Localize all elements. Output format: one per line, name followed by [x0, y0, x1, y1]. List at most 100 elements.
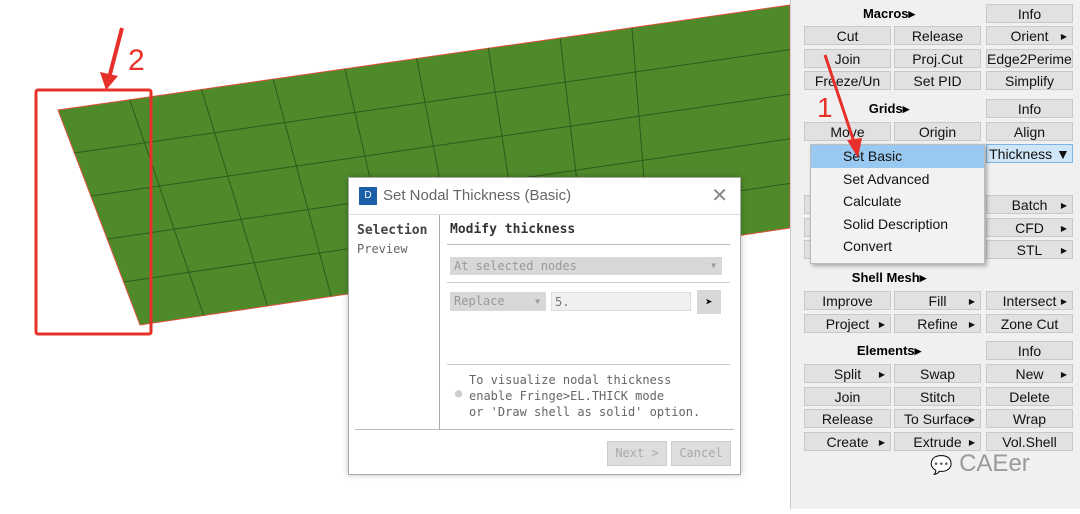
info-button[interactable]: Info — [986, 341, 1073, 360]
submenu-arrow-icon: ▶ — [968, 297, 975, 306]
dialog-title: Set Nodal Thickness (Basic) — [383, 187, 572, 204]
new-button[interactable]: New ▶ — [986, 364, 1073, 383]
next-button[interactable]: Next > — [607, 441, 667, 466]
cfd-button[interactable]: CFD ▶ — [986, 217, 1073, 237]
elements-header[interactable]: Elements▸ — [804, 343, 974, 359]
close-icon[interactable]: ✕ — [711, 183, 728, 208]
button-label: Zone Cut — [1000, 315, 1059, 332]
submenu-arrow-icon: ▶ — [1060, 201, 1067, 210]
target-select[interactable]: At selected nodes ▼ — [450, 257, 722, 275]
edge2perime--button[interactable]: Edge2Perime. — [986, 48, 1073, 68]
arrow-2-annotation — [106, 27, 124, 83]
create-button[interactable]: Create ▶ — [804, 431, 891, 451]
cancel-button[interactable]: Cancel — [671, 441, 731, 466]
annotation-1: 1 — [817, 92, 833, 123]
button-label: Project — [825, 315, 870, 332]
watermark: 💬 CAEer — [930, 450, 1030, 477]
submenu-arrow-icon: ▶ — [1060, 223, 1067, 233]
delete-button[interactable]: Delete — [986, 386, 1073, 406]
button-label: Info — [1017, 343, 1042, 359]
button-label: STL — [1016, 242, 1043, 258]
button-label: Create — [826, 433, 869, 450]
hint-line: enable Fringe>EL.THICK mode — [469, 389, 665, 403]
button-label: Simplify — [1004, 73, 1054, 89]
menu-item-solid-description[interactable]: Solid Description — [811, 213, 984, 236]
vol-shell-button[interactable]: Vol.Shell — [986, 431, 1073, 451]
button-label: Align — [1013, 124, 1046, 140]
hint-line: To visualize nodal thickness — [469, 373, 672, 387]
submenu-arrow-icon: ▶ — [878, 370, 885, 379]
button-label: Thickness ▼ — [989, 146, 1070, 162]
submenu-arrow-icon: ▶ — [1060, 246, 1067, 255]
project-button[interactable]: Project ▶ — [804, 313, 891, 333]
release-button[interactable]: Release — [804, 409, 891, 428]
button-label: Split — [833, 366, 862, 382]
button-label: Extrude — [913, 433, 962, 450]
button-label: Release — [821, 411, 874, 427]
fill-button[interactable]: Fill ▶ — [894, 291, 981, 310]
wrap-button[interactable]: Wrap — [986, 409, 1073, 428]
button-label: Join — [834, 388, 861, 405]
info-button[interactable]: Info — [986, 4, 1073, 23]
submenu-arrow-icon: ▶ — [968, 415, 975, 424]
button-label: Stitch — [919, 388, 955, 405]
submenu-arrow-icon: ▶ — [968, 319, 975, 329]
button-label: Vol.Shell — [1002, 433, 1057, 450]
button-label: Wrap — [1012, 411, 1047, 427]
step-preview[interactable]: Preview — [357, 242, 439, 256]
zone-cut-button[interactable]: Zone Cut — [986, 313, 1073, 333]
mode-value: Replace — [454, 294, 505, 308]
refine-button[interactable]: Refine ▶ — [894, 313, 981, 333]
annotation-2: 2 — [128, 44, 145, 77]
stl-button[interactable]: STL ▶ — [986, 240, 1073, 259]
button-label: Refine — [917, 315, 958, 332]
button-label: Delete — [1009, 388, 1050, 405]
submenu-arrow-icon: ▶ — [1060, 370, 1067, 379]
extrude-button[interactable]: Extrude ▶ — [894, 431, 981, 451]
submenu-arrow-icon: ▶ — [878, 319, 885, 329]
button-label: Edge2Perime. — [987, 50, 1073, 67]
thickness-button[interactable]: Thickness ▼ — [986, 144, 1073, 163]
submenu-arrow-icon: ▶ — [1060, 297, 1067, 306]
pick-cursor-button[interactable]: ➤ — [697, 290, 721, 314]
step-selection[interactable]: Selection — [357, 223, 439, 238]
align-button[interactable]: Align — [986, 122, 1073, 141]
thickness-value-input[interactable]: 5. — [551, 292, 691, 311]
intersect-button[interactable]: Intersect ▶ — [986, 291, 1073, 310]
button-label: Info — [1017, 101, 1042, 117]
target-value: At selected nodes — [454, 259, 577, 273]
menu-item-convert[interactable]: Convert — [811, 235, 984, 258]
button-label: Improve — [822, 293, 873, 309]
info-button[interactable]: Info — [986, 99, 1073, 118]
orient-button[interactable]: Orient ▶ — [986, 26, 1073, 45]
button-label: Batch — [1011, 197, 1048, 213]
button-label: Swap — [919, 366, 956, 382]
simplify-button[interactable]: Simplify — [986, 71, 1073, 90]
arrow-1-annotation — [823, 54, 862, 158]
hint-line: or 'Draw shell as solid' option. — [469, 405, 701, 419]
split-button[interactable]: Split ▶ — [804, 364, 891, 383]
button-label: New — [1015, 366, 1044, 382]
button-label: Set PID — [913, 73, 962, 89]
button-label: To Surface — [904, 411, 971, 427]
button-label: Origin — [918, 124, 957, 140]
set-nodal-thickness-dialog: D Set Nodal Thickness (Basic) ✕ Selectio… — [348, 177, 741, 475]
swap-button[interactable]: Swap — [894, 364, 981, 383]
button-label: Fill — [928, 293, 947, 309]
shell-mesh-header[interactable]: Shell Mesh▸ — [804, 270, 974, 286]
menu-item-set-advanced[interactable]: Set Advanced — [811, 168, 984, 191]
section-title: Modify thickness — [450, 222, 576, 237]
lightbulb-icon: ● — [455, 386, 463, 400]
submenu-arrow-icon: ▶ — [1060, 32, 1067, 41]
button-label: Intersect — [1002, 293, 1057, 309]
mode-select[interactable]: Replace ▼ — [450, 292, 546, 311]
stitch-button[interactable]: Stitch — [894, 386, 981, 406]
menu-item-calculate[interactable]: Calculate — [811, 190, 984, 213]
button-label: Proj.Cut — [912, 50, 963, 67]
button-label: Info — [1017, 6, 1042, 22]
submenu-arrow-icon: ▶ — [878, 437, 885, 447]
to-surface-button[interactable]: To Surface ▶ — [894, 409, 981, 428]
batch-button[interactable]: Batch ▶ — [986, 195, 1073, 214]
join-button[interactable]: Join — [804, 386, 891, 406]
improve-button[interactable]: Improve — [804, 291, 891, 310]
